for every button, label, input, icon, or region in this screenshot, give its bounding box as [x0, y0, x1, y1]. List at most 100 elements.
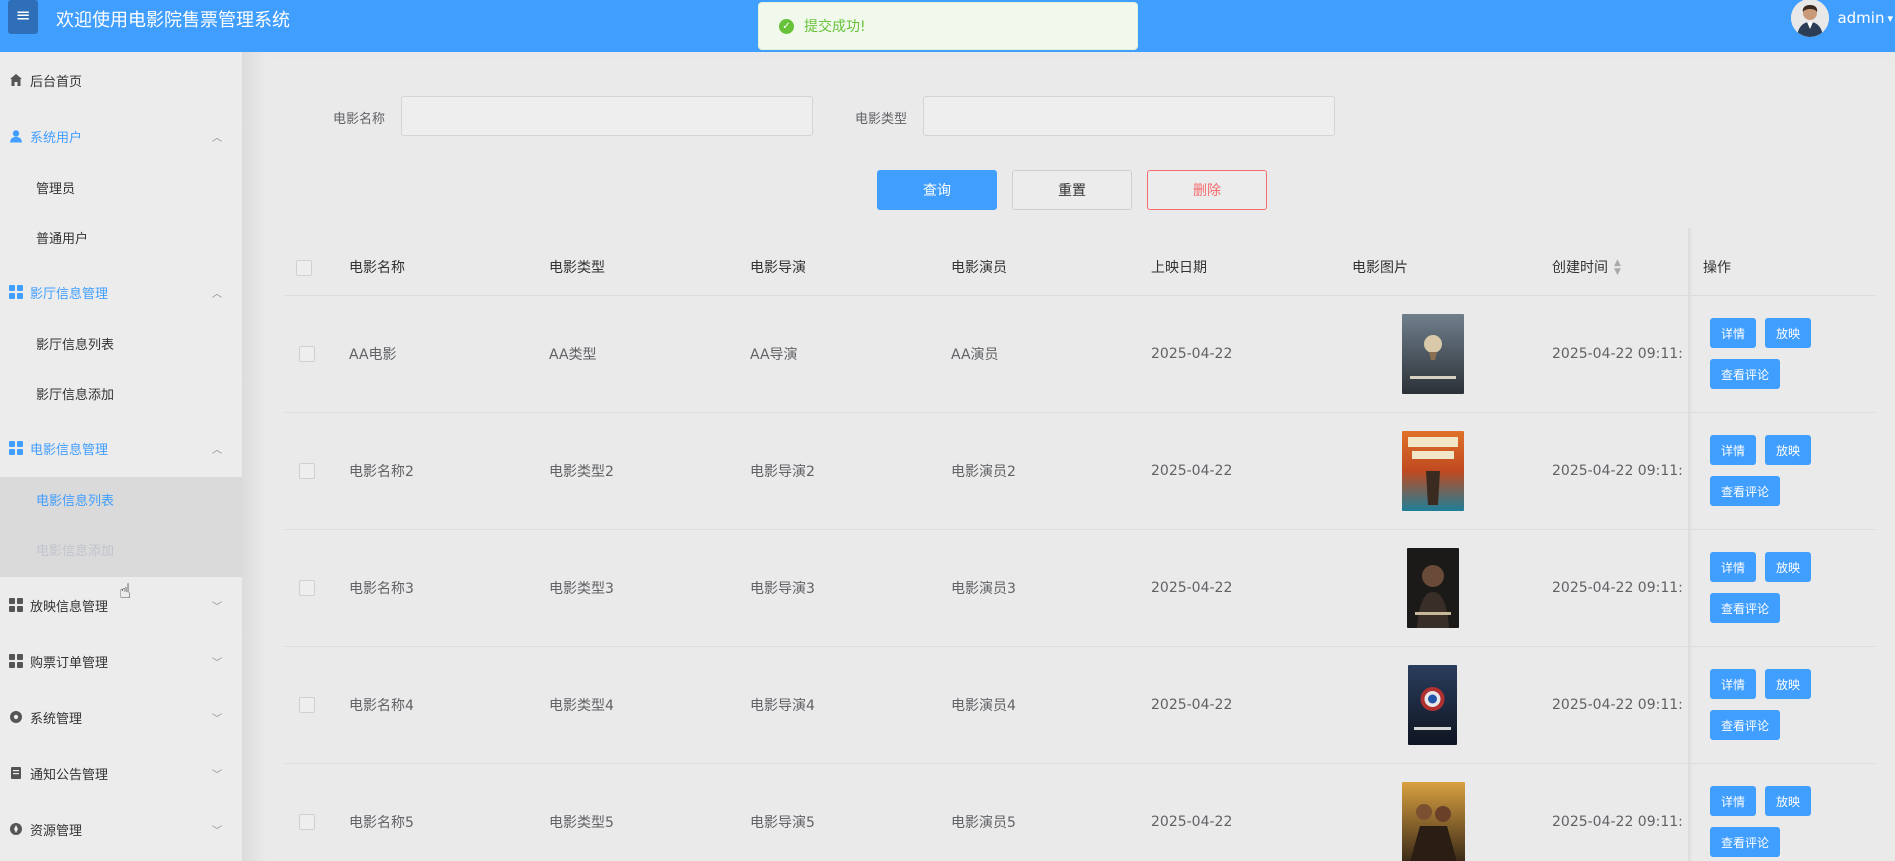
- cell-movie-name: 电影名称3: [349, 581, 414, 597]
- row-checkbox[interactable]: [299, 346, 315, 362]
- screen-button[interactable]: 放映: [1765, 318, 1811, 348]
- sort-icon[interactable]: ▲ ▼: [1614, 259, 1621, 277]
- cell-director: 电影导演4: [750, 698, 815, 714]
- col-actor: 电影演员: [951, 260, 1007, 276]
- col-created-time[interactable]: 创建时间 ▲ ▼: [1552, 240, 1621, 296]
- user-name[interactable]: admin: [1837, 9, 1884, 27]
- col-movie-name: 电影名称: [349, 260, 405, 276]
- detail-button[interactable]: 详情: [1710, 318, 1756, 348]
- gear-icon: [8, 709, 24, 725]
- chevron-down-icon: ﹀: [212, 769, 222, 781]
- user-menu[interactable]: admin ▾: [1791, 0, 1893, 37]
- cell-director: 电影导演2: [750, 464, 815, 480]
- sidebar-group-resources[interactable]: 资源管理 ﹀: [0, 804, 242, 854]
- table-row: 电影名称4 电影类型4 电影导演4 电影演员4 2025-04-22 2025-…: [285, 647, 1875, 764]
- cell-created-time: 2025-04-22 09:11:: [1552, 580, 1683, 596]
- cell-movie-name: AA电影: [349, 347, 397, 363]
- table-header: 电影名称 电影类型 电影导演 电影演员 上映日期 电影图片 创建时间 ▲ ▼ 操作: [285, 240, 1875, 296]
- cell-movie-name: 电影名称4: [349, 698, 414, 714]
- select-all-checkbox[interactable]: [296, 260, 312, 276]
- screen-button[interactable]: 放映: [1765, 435, 1811, 465]
- movie-poster[interactable]: [1402, 431, 1464, 511]
- sidebar-group-movie[interactable]: 电影信息管理 ︿: [0, 423, 242, 473]
- cell-director: AA导演: [750, 347, 798, 363]
- sidebar-item-movie-list[interactable]: 电影信息列表: [0, 477, 242, 527]
- detail-button[interactable]: 详情: [1710, 552, 1756, 582]
- sidebar-item-label: 购票订单管理: [30, 655, 109, 671]
- cell-actor: 电影演员3: [951, 581, 1016, 597]
- sidebar-group-hall[interactable]: 影厅信息管理 ︿: [0, 267, 242, 317]
- cell-created-time: 2025-04-22 09:11:: [1552, 463, 1683, 479]
- cell-movie-type: 电影类型5: [549, 815, 614, 831]
- row-checkbox[interactable]: [299, 697, 315, 713]
- chevron-up-icon: ︿: [212, 288, 222, 300]
- col-director: 电影导演: [750, 260, 806, 276]
- view-comments-button[interactable]: 查看评论: [1710, 710, 1780, 740]
- view-comments-button[interactable]: 查看评论: [1710, 593, 1780, 623]
- reset-button[interactable]: 重置: [1012, 170, 1132, 210]
- sidebar-item-home[interactable]: 后台首页: [0, 55, 242, 105]
- screen-button[interactable]: 放映: [1765, 786, 1811, 816]
- cell-movie-type: 电影类型2: [549, 464, 614, 480]
- movie-poster[interactable]: [1402, 782, 1465, 861]
- dashboard-icon: [8, 284, 24, 300]
- delete-button[interactable]: 删除: [1147, 170, 1267, 210]
- screen-button[interactable]: 放映: [1765, 552, 1811, 582]
- success-toast: ✓ 提交成功!: [758, 2, 1138, 50]
- cell-movie-type: 电影类型4: [549, 698, 614, 714]
- sidebar-item-label: 影厅信息管理: [30, 286, 109, 302]
- chevron-down-icon[interactable]: ▾: [1887, 12, 1893, 25]
- movie-type-input[interactable]: [923, 96, 1335, 136]
- toast-message: 提交成功!: [804, 19, 866, 35]
- cell-movie-type: 电影类型3: [549, 581, 614, 597]
- view-comments-button[interactable]: 查看评论: [1710, 827, 1780, 857]
- col-movie-image: 电影图片: [1352, 260, 1408, 276]
- sidebar-group-notice[interactable]: 通知公告管理 ﹀: [0, 748, 242, 798]
- dashboard-icon: [8, 597, 24, 613]
- cell-release-date: 2025-04-22: [1151, 346, 1233, 362]
- hamburger-menu-button[interactable]: ≡: [8, 0, 38, 34]
- cell-release-date: 2025-04-22: [1151, 463, 1233, 479]
- chevron-down-icon: ﹀: [212, 713, 222, 725]
- row-checkbox[interactable]: [299, 463, 315, 479]
- cell-director: 电影导演5: [750, 815, 815, 831]
- sidebar-group-system-users[interactable]: 系统用户 ︿: [0, 111, 242, 161]
- home-icon: [8, 72, 24, 88]
- detail-button[interactable]: 详情: [1710, 435, 1756, 465]
- table-row: 电影名称3 电影类型3 电影导演3 电影演员3 2025-04-22 2025-…: [285, 530, 1875, 647]
- col-movie-type: 电影类型: [549, 260, 605, 276]
- table-row: 电影名称5 电影类型5 电影导演5 电影演员5 2025-04-22 2025-…: [285, 764, 1875, 861]
- movie-poster[interactable]: [1408, 665, 1457, 745]
- dashboard-icon: [8, 440, 24, 456]
- row-checkbox[interactable]: [299, 580, 315, 596]
- sidebar-item-label: 通知公告管理: [30, 767, 109, 783]
- sidebar-item-normal-users[interactable]: 普通用户: [0, 215, 242, 265]
- view-comments-button[interactable]: 查看评论: [1710, 476, 1780, 506]
- detail-button[interactable]: 详情: [1710, 786, 1756, 816]
- sidebar-group-system[interactable]: 系统管理 ﹀: [0, 692, 242, 742]
- sidebar: 后台首页 系统用户 ︿ 管理员 普通用户 影厅信息管理 ︿ 影厅信息列表 影厅信…: [0, 52, 242, 861]
- movie-type-label: 电影类型: [855, 112, 908, 127]
- screen-button[interactable]: 放映: [1765, 669, 1811, 699]
- query-button[interactable]: 查询: [877, 170, 997, 210]
- sidebar-item-movie-add[interactable]: 电影信息添加: [0, 527, 242, 577]
- movie-poster[interactable]: [1402, 314, 1464, 394]
- movie-poster[interactable]: [1407, 548, 1459, 628]
- cell-director: 电影导演3: [750, 581, 815, 597]
- sidebar-item-hall-add[interactable]: 影厅信息添加: [0, 371, 242, 421]
- sidebar-item-label: 系统用户: [30, 130, 83, 146]
- dashboard-icon: [8, 653, 24, 669]
- movie-name-input[interactable]: [401, 96, 813, 136]
- table-row: AA电影 AA类型 AA导演 AA演员 2025-04-22 2025-04-2…: [285, 296, 1875, 413]
- view-comments-button[interactable]: 查看评论: [1710, 359, 1780, 389]
- avatar[interactable]: [1791, 0, 1830, 37]
- row-checkbox[interactable]: [299, 814, 315, 830]
- sidebar-item-hall-list[interactable]: 影厅信息列表: [0, 321, 242, 371]
- detail-button[interactable]: 详情: [1710, 669, 1756, 699]
- cell-release-date: 2025-04-22: [1151, 580, 1233, 596]
- main-content: 电影名称 电影类型 查询 重置 删除 电影名称 电影类型 电影导演 电影演员 上…: [265, 60, 1895, 861]
- sidebar-item-admin[interactable]: 管理员: [0, 165, 242, 215]
- sidebar-item-label: 电影信息管理: [30, 442, 109, 458]
- cell-created-time: 2025-04-22 09:11:: [1552, 697, 1683, 713]
- sidebar-group-orders[interactable]: 购票订单管理 ﹀: [0, 636, 242, 686]
